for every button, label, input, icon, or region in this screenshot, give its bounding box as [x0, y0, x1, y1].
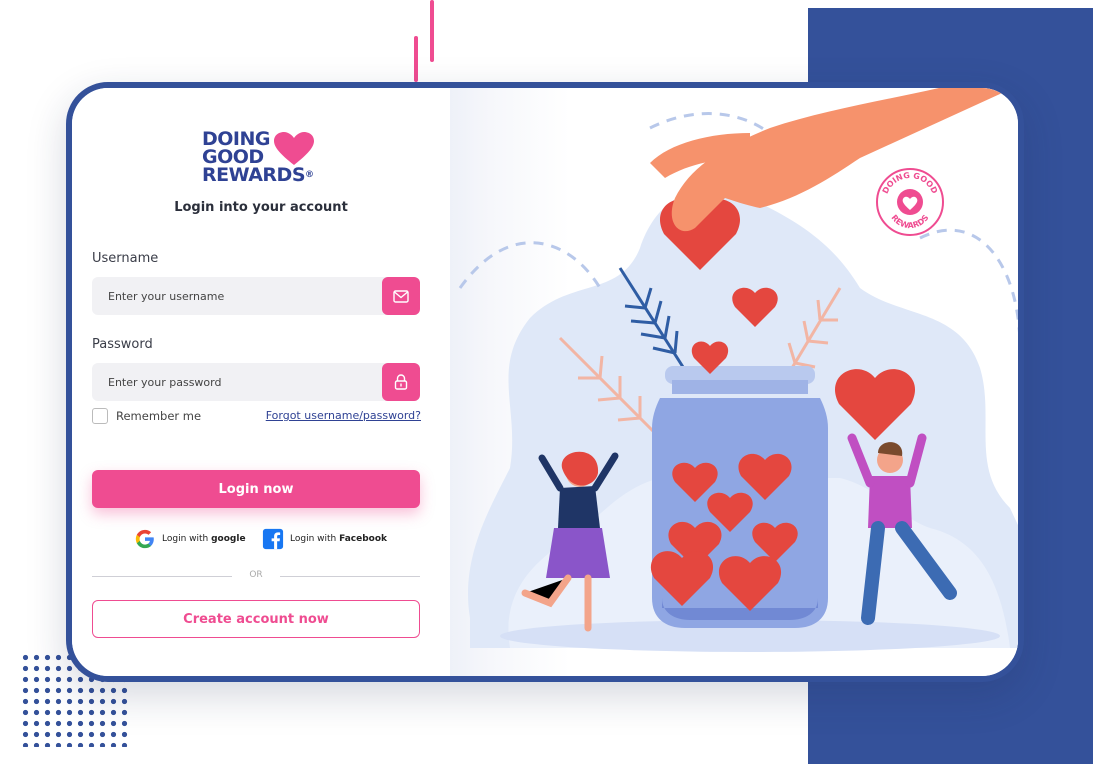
remember-label: Remember me: [116, 409, 202, 423]
login-card: DOING GOOD REWARDS® Login into your acco…: [66, 82, 1024, 682]
page-subtitle: Login into your account: [174, 200, 348, 215]
username-field: [92, 277, 420, 315]
lock-icon[interactable]: [382, 363, 420, 401]
illustration-panel: DOING GOOD REWARDS: [450, 88, 1018, 676]
decor-line: [414, 36, 418, 82]
or-divider: OR: [92, 568, 420, 584]
brand-logo: DOING GOOD REWARDS®: [202, 128, 314, 186]
remember-checkbox[interactable]: [92, 408, 108, 424]
forgot-password-link[interactable]: Forgot username/password?: [266, 409, 421, 422]
facebook-icon: [262, 528, 284, 550]
username-label: Username: [92, 251, 159, 266]
password-field: [92, 363, 420, 401]
password-label: Password: [92, 337, 153, 352]
google-icon: [135, 529, 154, 549]
facebook-login-button[interactable]: Login with Facebook: [262, 528, 387, 550]
decor-line: [430, 0, 434, 62]
login-panel: DOING GOOD REWARDS® Login into your acco…: [72, 88, 450, 676]
envelope-icon[interactable]: [382, 277, 420, 315]
login-button[interactable]: Login now: [92, 470, 420, 508]
username-input[interactable]: [92, 277, 377, 315]
remember-me[interactable]: Remember me: [92, 408, 201, 424]
logo-heart-icon: [274, 132, 314, 165]
doing-good-rewards-badge: DOING GOOD REWARDS: [876, 168, 944, 236]
create-account-button[interactable]: Create account now: [92, 600, 420, 638]
google-login-button[interactable]: Login with google: [134, 528, 246, 550]
password-input[interactable]: [92, 363, 377, 401]
